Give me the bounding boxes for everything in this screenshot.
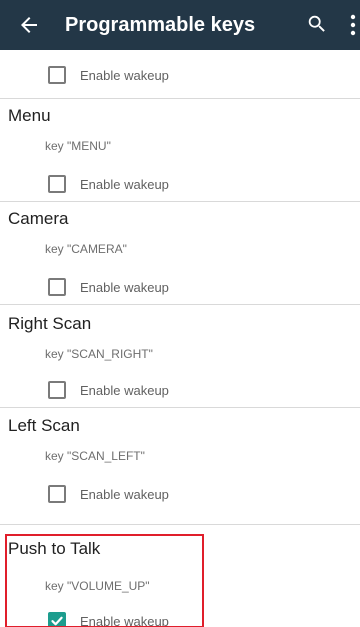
previous-key-wakeup-row: Enable wakeup [0,50,360,98]
enable-wakeup-label: Enable wakeup [80,486,169,502]
key-item-right-scan[interactable]: Right Scan key "SCAN_RIGHT" Enable wakeu… [0,305,360,405]
key-list[interactable]: Enable wakeup Menu key "MENU" Enable wak… [0,50,360,627]
key-code: key "SCAN_LEFT" [45,449,145,463]
key-code: key "SCAN_RIGHT" [45,347,153,361]
enable-wakeup-option[interactable]: Enable wakeup [48,63,169,87]
enable-wakeup-label: Enable wakeup [80,176,169,192]
enable-wakeup-label: Enable wakeup [80,382,169,398]
key-item-menu[interactable]: Menu key "MENU" Enable wakeup [0,99,360,199]
key-title: Right Scan [8,314,92,333]
enable-wakeup-option[interactable]: Enable wakeup [48,482,169,506]
key-code: key "MENU" [45,139,111,153]
enable-wakeup-checkbox[interactable] [48,175,66,193]
page-title: Programmable keys [65,14,256,36]
more-vert-icon[interactable] [349,14,357,36]
highlight-annotation [5,534,204,627]
enable-wakeup-label: Enable wakeup [80,67,169,83]
key-item-camera[interactable]: Camera key "CAMERA" Enable wakeup [0,202,360,302]
key-code: key "CAMERA" [45,242,127,256]
arrow-left-icon[interactable] [17,13,41,37]
enable-wakeup-checkbox[interactable] [48,485,66,503]
app-bar: Programmable keys [0,0,360,50]
enable-wakeup-checkbox[interactable] [48,381,66,399]
enable-wakeup-checkbox[interactable] [48,66,66,84]
enable-wakeup-option[interactable]: Enable wakeup [48,275,169,299]
enable-wakeup-option[interactable]: Enable wakeup [48,172,169,196]
key-item-left-scan[interactable]: Left Scan key "SCAN_LEFT" Enable wakeup [0,408,360,508]
enable-wakeup-label: Enable wakeup [80,279,169,295]
key-title: Menu [8,106,51,125]
screen: Programmable keys Enable wakeup Menu key… [0,0,360,627]
enable-wakeup-option[interactable]: Enable wakeup [48,378,169,402]
key-title: Camera [8,209,69,228]
search-icon[interactable] [306,13,328,35]
key-title: Left Scan [8,416,80,435]
enable-wakeup-checkbox[interactable] [48,278,66,296]
